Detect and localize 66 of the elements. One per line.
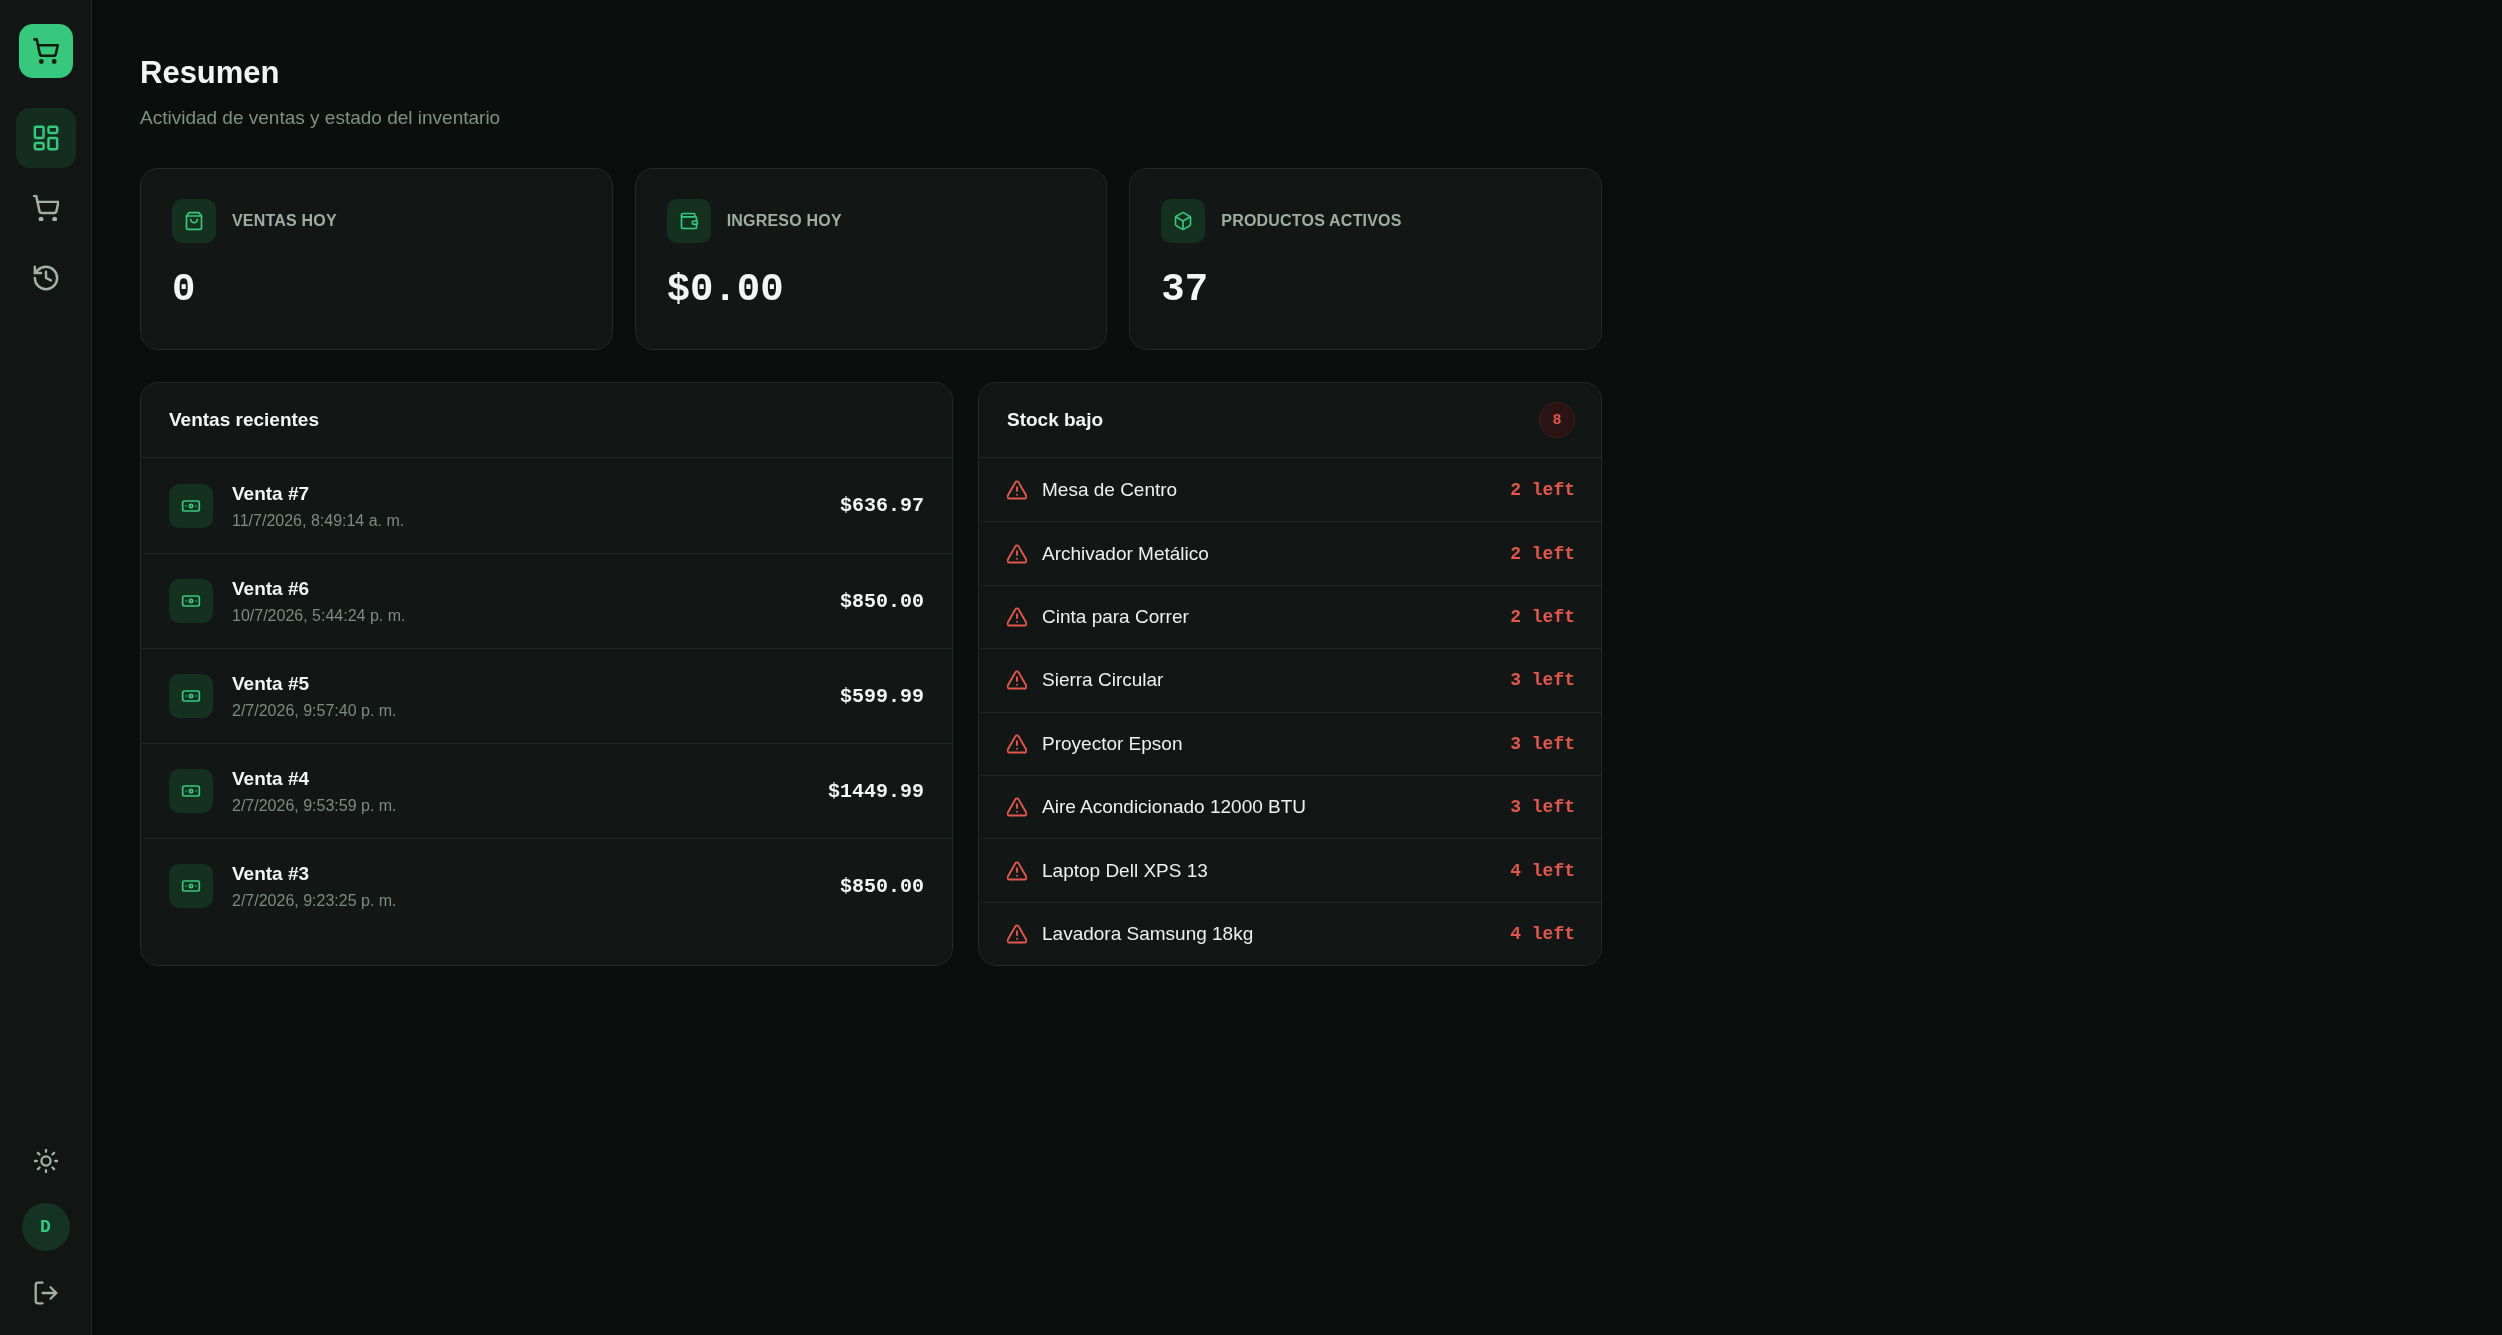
nav-button[interactable]	[15, 108, 76, 168]
product-name: Sierra Circular	[1042, 669, 1165, 692]
dashboard-grid-icon	[32, 125, 59, 151]
page-title: Resumen	[140, 54, 281, 91]
sale-name: Venta #6	[232, 577, 311, 601]
sale-name: Venta #3	[232, 862, 311, 886]
stat-label: PRODUCTOS ACTIVOS	[1221, 212, 1402, 230]
stat-value: $0.00	[666, 267, 785, 314]
banknote-icon	[169, 579, 213, 623]
stock-remaining: 4 left	[1510, 923, 1575, 944]
cart-logo-icon	[18, 24, 73, 78]
stat-label: VENTAS HOY	[232, 212, 337, 230]
product-name: Mesa de Centro	[1042, 478, 1179, 501]
sale-amount: $599.99	[840, 684, 924, 708]
panel-title: Stock bajo	[1007, 409, 1104, 431]
warning-icon	[1007, 543, 1027, 564]
page-subtitle: Actividad de ventas y estado del inventario	[140, 106, 502, 130]
sale-amount: $850.00	[840, 589, 924, 613]
product-name: Lavadora Samsung 18kg	[1042, 922, 1255, 945]
sun-icon	[33, 1149, 58, 1173]
sale-date: 10/7/2026, 5:44:24 p. m.	[232, 606, 407, 626]
cart-icon	[32, 195, 59, 221]
stock-remaining: 3 left	[1510, 670, 1575, 691]
sale-name: Venta #7	[232, 481, 311, 506]
product-name: Archivador Metálico	[1042, 542, 1210, 565]
sale-date: 2/7/2026, 9:53:59 p. m.	[232, 796, 398, 816]
stock-remaining: 3 left	[1510, 733, 1575, 754]
sale-amount: $636.97	[840, 494, 924, 517]
warning-icon	[1007, 797, 1027, 818]
panel-title: Ventas recientes	[169, 409, 319, 431]
warning-icon	[1007, 860, 1027, 881]
banknote-icon	[169, 483, 213, 528]
sale-name: Venta #4	[232, 767, 311, 791]
stat-value: 0	[172, 267, 197, 314]
count-badge: 8	[1539, 402, 1575, 438]
stock-remaining: 2 left	[1510, 543, 1575, 564]
warning-icon	[1007, 923, 1027, 944]
sale-date: 11/7/2026, 8:49:14 a. m.	[232, 510, 406, 531]
sale-amount: $1449.99	[828, 779, 924, 803]
wallet-icon	[666, 199, 711, 243]
stock-remaining: 2 left	[1510, 479, 1575, 500]
warning-icon	[1007, 606, 1027, 627]
shopping-bag-icon	[172, 199, 216, 243]
user-avatar[interactable]: D	[21, 1203, 70, 1251]
sale-date: 2/7/2026, 9:23:25 p. m.	[232, 891, 398, 911]
stock-remaining: 2 left	[1510, 606, 1575, 627]
product-name: Proyector Epson	[1042, 732, 1184, 755]
stock-remaining: 4 left	[1510, 860, 1575, 881]
sale-date: 2/7/2026, 9:57:40 p. m.	[232, 701, 398, 721]
banknote-icon	[169, 769, 213, 813]
banknote-icon	[169, 674, 213, 718]
stat-value: 37	[1161, 267, 1210, 314]
product-name: Cinta para Correr	[1042, 605, 1190, 628]
sale-name: Venta #5	[232, 672, 311, 696]
product-name: Aire Acondicionado 12000 BTU	[1042, 796, 1308, 819]
logout-icon	[33, 1281, 58, 1305]
stat-label: INGRESO HOY	[726, 212, 842, 230]
product-name: Laptop Dell XPS 13	[1042, 859, 1209, 882]
warning-icon	[1007, 733, 1027, 754]
sale-amount: $850.00	[840, 874, 924, 898]
warning-icon	[1007, 670, 1027, 691]
box-icon	[1161, 199, 1206, 243]
warning-icon	[1007, 479, 1027, 500]
history-icon	[32, 265, 59, 291]
banknote-icon	[169, 864, 213, 908]
stock-remaining: 3 left	[1510, 797, 1575, 818]
